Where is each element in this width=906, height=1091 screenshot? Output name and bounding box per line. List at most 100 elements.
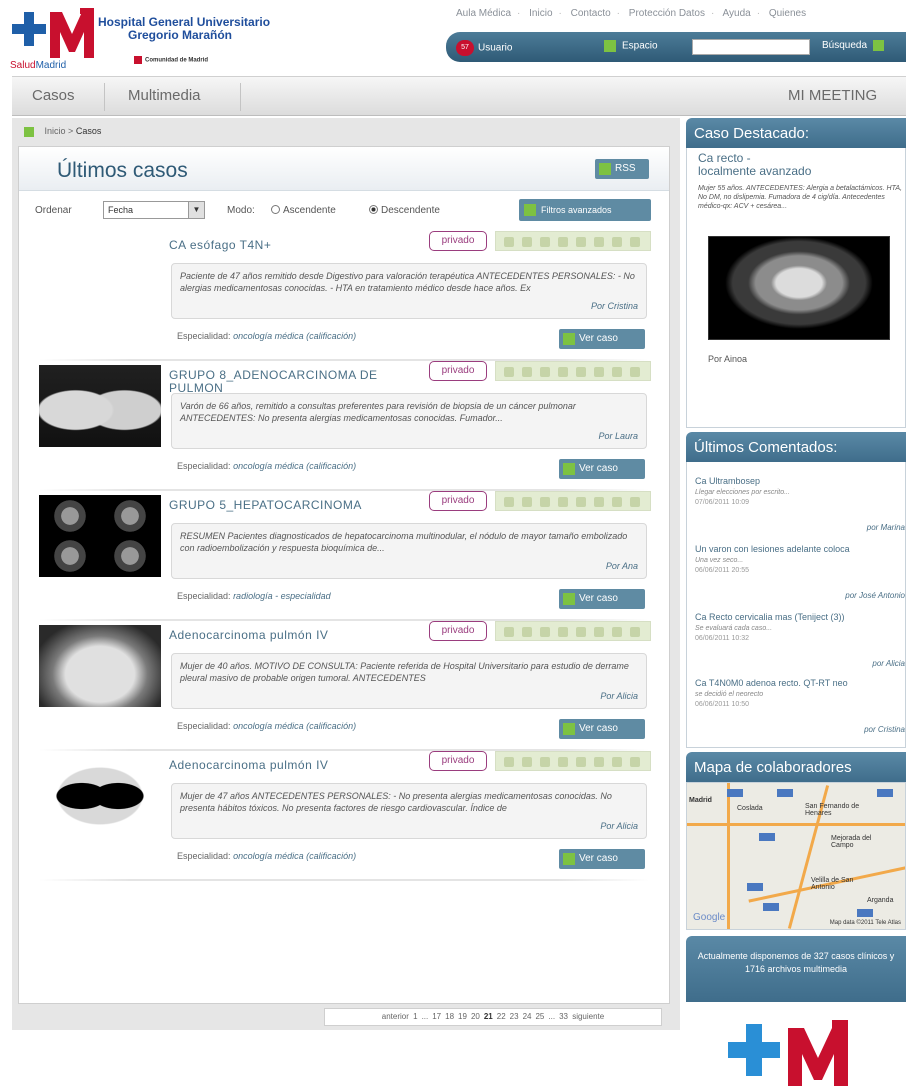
- rating-star-icon[interactable]: [630, 627, 640, 637]
- nav-multimedia[interactable]: Multimedia: [128, 87, 201, 104]
- case-author[interactable]: Por Ana: [606, 560, 638, 572]
- rating-bar[interactable]: [495, 621, 651, 641]
- rating-star-icon[interactable]: [540, 367, 550, 377]
- case-thumbnail[interactable]: [39, 755, 161, 837]
- view-case-button[interactable]: Ver caso: [559, 849, 645, 869]
- pager-prev[interactable]: anterior: [382, 1012, 409, 1021]
- rating-star-icon[interactable]: [522, 237, 532, 247]
- pager-page[interactable]: 1: [413, 1012, 417, 1021]
- pager-page[interactable]: 20: [471, 1012, 480, 1021]
- toplink-inicio[interactable]: Inicio: [529, 8, 552, 19]
- case-title[interactable]: Adenocarcinoma pulmón IV: [169, 759, 429, 772]
- search-button[interactable]: Búsqueda: [822, 40, 885, 51]
- rating-star-icon[interactable]: [504, 237, 514, 247]
- notifications-badge[interactable]: 57: [456, 40, 474, 56]
- case-title[interactable]: Adenocarcinoma pulmón IV: [169, 629, 429, 642]
- toplink-proteccion[interactable]: Protección Datos: [629, 8, 705, 19]
- pager-page[interactable]: 25: [535, 1012, 544, 1021]
- rating-star-icon[interactable]: [504, 757, 514, 767]
- comment-author[interactable]: por Cristina: [864, 725, 905, 734]
- rating-star-icon[interactable]: [504, 367, 514, 377]
- rating-star-icon[interactable]: [558, 627, 568, 637]
- comment-item[interactable]: Un varon con lesiones adelante coloca Un…: [695, 544, 905, 600]
- nav-mimeeting[interactable]: MI MEETING: [788, 87, 877, 104]
- featured-title[interactable]: Ca recto - localmente avanzado: [698, 152, 811, 178]
- rating-star-icon[interactable]: [594, 367, 604, 377]
- rating-star-icon[interactable]: [540, 237, 550, 247]
- comment-title[interactable]: Ca Recto cervicalia mas (Teniject (3)): [695, 612, 905, 622]
- breadcrumb-home[interactable]: Inicio: [45, 126, 66, 136]
- rating-star-icon[interactable]: [558, 497, 568, 507]
- rating-star-icon[interactable]: [630, 237, 640, 247]
- comment-item[interactable]: Ca Recto cervicalia mas (Teniject (3)) S…: [695, 612, 905, 668]
- rating-bar[interactable]: [495, 491, 651, 511]
- user-menu[interactable]: 57 Usuario: [456, 40, 512, 56]
- rating-star-icon[interactable]: [540, 757, 550, 767]
- advanced-filters-button[interactable]: Filtros avanzados: [519, 199, 651, 221]
- comment-author[interactable]: por Alicia: [872, 659, 905, 668]
- rating-star-icon[interactable]: [504, 497, 514, 507]
- toplink-contacto[interactable]: Contacto: [571, 8, 611, 19]
- comment-item[interactable]: Ca Ultrambosep Llegar elecciones por esc…: [695, 476, 905, 532]
- specialty-value[interactable]: oncología médica (calificación): [233, 331, 356, 341]
- rating-star-icon[interactable]: [558, 757, 568, 767]
- comment-title[interactable]: Un varon con lesiones adelante coloca: [695, 544, 905, 554]
- pager-page[interactable]: 19: [458, 1012, 467, 1021]
- view-case-button[interactable]: Ver caso: [559, 329, 645, 349]
- rating-star-icon[interactable]: [522, 757, 532, 767]
- case-title[interactable]: CA esófago T4N+: [169, 239, 429, 252]
- pager-page[interactable]: 18: [445, 1012, 454, 1021]
- collaborators-map[interactable]: Madrid Coslada San Fernando de Henares M…: [686, 782, 906, 930]
- comment-title[interactable]: Ca Ultrambosep: [695, 476, 905, 486]
- mode-ascending-radio[interactable]: Ascendente: [271, 205, 336, 216]
- rating-star-icon[interactable]: [612, 237, 622, 247]
- rating-star-icon[interactable]: [522, 627, 532, 637]
- rating-bar[interactable]: [495, 361, 651, 381]
- case-title[interactable]: GRUPO 8_ADENOCARCINOMA DE PULMON: [169, 369, 429, 395]
- toplink-quienes[interactable]: Quienes: [769, 8, 806, 19]
- rating-star-icon[interactable]: [576, 757, 586, 767]
- rating-star-icon[interactable]: [612, 497, 622, 507]
- case-thumbnail[interactable]: [39, 365, 161, 447]
- pager-page[interactable]: 17: [432, 1012, 441, 1021]
- rating-star-icon[interactable]: [612, 627, 622, 637]
- pager-page[interactable]: 24: [523, 1012, 532, 1021]
- case-author[interactable]: Por Laura: [598, 430, 638, 442]
- case-thumbnail[interactable]: [39, 625, 161, 707]
- rating-star-icon[interactable]: [630, 497, 640, 507]
- home-icon[interactable]: [24, 126, 34, 137]
- case-author[interactable]: Por Cristina: [591, 300, 638, 312]
- rating-star-icon[interactable]: [558, 237, 568, 247]
- hospital-logo[interactable]: Hospital General Universitario Gregorio …: [6, 6, 286, 71]
- pager-page[interactable]: 23: [510, 1012, 519, 1021]
- rating-star-icon[interactable]: [576, 367, 586, 377]
- case-author[interactable]: Por Alicia: [600, 820, 638, 832]
- specialty-value[interactable]: oncología médica (calificación): [233, 461, 356, 471]
- rating-star-icon[interactable]: [630, 367, 640, 377]
- sort-select[interactable]: Fecha ▼: [103, 201, 205, 219]
- case-thumbnail[interactable]: [39, 495, 161, 577]
- pager-page[interactable]: 22: [497, 1012, 506, 1021]
- rating-star-icon[interactable]: [576, 497, 586, 507]
- rating-star-icon[interactable]: [558, 367, 568, 377]
- pager-page[interactable]: 33: [559, 1012, 568, 1021]
- rating-star-icon[interactable]: [522, 497, 532, 507]
- view-case-button[interactable]: Ver caso: [559, 589, 645, 609]
- rating-star-icon[interactable]: [594, 237, 604, 247]
- featured-body[interactable]: Ca recto - localmente avanzado Mujer 55 …: [686, 148, 906, 428]
- specialty-value[interactable]: oncología médica (calificación): [233, 721, 356, 731]
- rating-star-icon[interactable]: [612, 367, 622, 377]
- toplink-aula[interactable]: Aula Médica: [456, 8, 511, 19]
- pager-current-page[interactable]: 21: [484, 1012, 493, 1021]
- rss-button[interactable]: RSS: [595, 159, 649, 179]
- specialty-value[interactable]: oncología médica (calificación): [233, 851, 356, 861]
- view-case-button[interactable]: Ver caso: [559, 719, 645, 739]
- rating-star-icon[interactable]: [576, 237, 586, 247]
- search-input[interactable]: [692, 39, 810, 55]
- espacio-link[interactable]: Espacio: [604, 40, 658, 52]
- case-author[interactable]: Por Alicia: [600, 690, 638, 702]
- rating-star-icon[interactable]: [540, 627, 550, 637]
- rating-star-icon[interactable]: [594, 627, 604, 637]
- rating-star-icon[interactable]: [630, 757, 640, 767]
- nav-casos[interactable]: Casos: [32, 87, 75, 104]
